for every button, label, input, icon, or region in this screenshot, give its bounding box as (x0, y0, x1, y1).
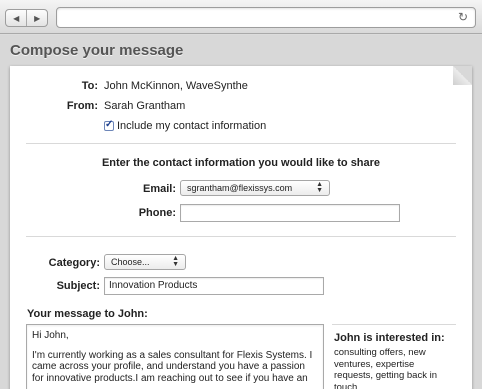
compose-form-card: To: John McKinnon, WaveSynthe From: Sara… (10, 66, 472, 389)
message-textarea[interactable]: Hi John, I'm currently working as a sale… (26, 324, 324, 389)
subject-input[interactable]: Innovation Products (104, 277, 324, 295)
back-arrow-icon[interactable]: ◀ (6, 10, 26, 26)
category-select[interactable]: Choose... ▲ ▼ (104, 254, 186, 270)
to-label: To: (81, 80, 98, 92)
nav-button-group: ◀ ▶ (5, 9, 48, 27)
reload-icon[interactable]: ↻ (458, 10, 468, 24)
address-bar[interactable]: ↻ (56, 7, 476, 28)
email-select[interactable]: sgrantham@flexissys.com ▲ ▼ (180, 180, 330, 196)
from-value: Sarah Grantham (104, 100, 186, 112)
from-label: From: (66, 100, 98, 112)
divider (26, 143, 456, 144)
subject-input-value: Innovation Products (109, 280, 198, 291)
forward-arrow-icon[interactable]: ▶ (26, 10, 47, 26)
to-value: John McKinnon, WaveSynthe (104, 80, 248, 92)
category-select-value: Choose... (111, 257, 150, 267)
updown-chevron-icon: ▲ ▼ (172, 255, 179, 268)
browser-toolbar: ◀ ▶ ↻ (0, 0, 482, 34)
interests-heading: John is interested in: (334, 332, 445, 344)
divider (26, 236, 456, 237)
updown-chevron-icon: ▲ ▼ (316, 181, 323, 194)
page-title: Compose your message (10, 42, 184, 59)
divider (332, 324, 456, 325)
phone-input[interactable] (180, 204, 400, 222)
include-contact-checkbox[interactable] (104, 119, 114, 131)
subject-label: Subject: (56, 280, 100, 292)
email-select-value: sgrantham@flexissys.com (187, 183, 293, 193)
category-label: Category: (48, 257, 100, 269)
phone-label: Phone: (138, 207, 176, 219)
contact-heading: Enter the contact information you would … (101, 157, 381, 169)
message-heading: Your message to John: (27, 308, 148, 320)
email-label: Email: (142, 183, 176, 195)
message-body: I'm currently working as a sales consult… (32, 349, 313, 384)
page-curl-icon (453, 66, 472, 85)
interests-list: consulting offers, new ventures, experti… (334, 347, 437, 389)
message-greeting: Hi John, (32, 330, 69, 341)
include-contact-label: Include my contact information (117, 120, 267, 132)
